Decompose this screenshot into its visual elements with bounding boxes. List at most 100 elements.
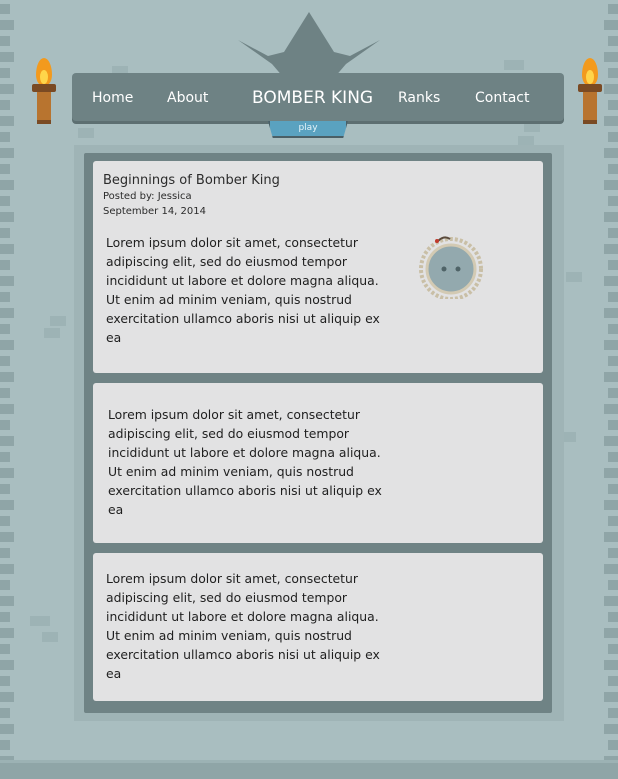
content-frame: Beginnings of Bomber King Posted by: Jes… bbox=[74, 145, 564, 721]
wall-brick bbox=[608, 356, 618, 366]
decor-brick bbox=[504, 60, 524, 70]
wall-brick bbox=[0, 372, 14, 382]
wall-brick bbox=[608, 68, 618, 78]
wall-brick bbox=[0, 740, 10, 750]
wall-brick bbox=[604, 372, 618, 382]
wall-brick bbox=[608, 612, 618, 622]
post-title[interactable]: Beginnings of Bomber King bbox=[103, 173, 280, 188]
wall-brick bbox=[608, 708, 618, 718]
wall-brick bbox=[0, 212, 14, 222]
wall-brick bbox=[608, 4, 618, 14]
post-card: Lorem ipsum dolor sit amet, consectetur … bbox=[93, 383, 543, 543]
wall-brick bbox=[608, 292, 618, 302]
wall-brick bbox=[0, 708, 10, 718]
decor-brick bbox=[30, 616, 50, 626]
wall-brick bbox=[0, 580, 10, 590]
wall-brick bbox=[0, 84, 14, 94]
main-navbar: Home About BOMBER KING Ranks Contact bbox=[72, 73, 564, 121]
wall-brick bbox=[604, 564, 618, 574]
wall-brick bbox=[608, 548, 618, 558]
decor-brick bbox=[42, 632, 58, 642]
decor-brick bbox=[566, 272, 582, 282]
wall-brick bbox=[608, 100, 618, 110]
wall-brick bbox=[0, 180, 14, 190]
wall-brick bbox=[0, 116, 14, 126]
site-title[interactable]: BOMBER KING bbox=[252, 73, 373, 121]
wall-brick bbox=[0, 100, 10, 110]
decor-brick bbox=[78, 128, 94, 138]
wall-brick bbox=[604, 20, 618, 30]
decor-brick bbox=[50, 316, 66, 326]
wall-brick bbox=[0, 164, 10, 174]
wall-brick bbox=[0, 420, 10, 430]
post-author: Posted by: Jessica bbox=[103, 191, 192, 202]
wall-brick bbox=[0, 452, 10, 462]
wall-brick bbox=[0, 340, 14, 350]
wall-brick bbox=[608, 196, 618, 206]
wall-brick bbox=[0, 308, 14, 318]
wall-brick bbox=[0, 724, 14, 734]
wall-brick bbox=[604, 116, 618, 126]
wall-brick bbox=[608, 132, 618, 142]
wall-brick bbox=[608, 324, 618, 334]
wall-brick bbox=[604, 180, 618, 190]
wall-brick bbox=[604, 308, 618, 318]
wall-brick bbox=[0, 4, 10, 14]
wall-brick bbox=[0, 36, 10, 46]
decor-brick bbox=[44, 328, 60, 338]
wall-brick bbox=[0, 404, 14, 414]
wall-brick bbox=[0, 676, 10, 686]
wall-brick bbox=[604, 404, 618, 414]
wall-brick bbox=[0, 468, 14, 478]
wall-brick bbox=[0, 436, 14, 446]
wall-brick bbox=[604, 276, 618, 286]
wall-brick bbox=[608, 452, 618, 462]
wall-brick bbox=[604, 660, 618, 670]
wall-brick bbox=[0, 612, 10, 622]
wall-brick bbox=[608, 580, 618, 590]
wall-brick bbox=[0, 324, 10, 334]
wall-brick bbox=[0, 356, 10, 366]
post-body: Lorem ipsum dolor sit amet, consectetur … bbox=[106, 571, 380, 681]
wall-brick bbox=[0, 260, 10, 270]
nav-about-link[interactable]: About bbox=[167, 73, 208, 121]
wall-brick bbox=[604, 340, 618, 350]
wall-brick bbox=[0, 644, 10, 654]
wall-brick bbox=[0, 20, 14, 30]
wall-brick bbox=[0, 660, 14, 670]
post-card: Lorem ipsum dolor sit amet, consectetur … bbox=[93, 553, 543, 701]
wall-brick bbox=[0, 484, 10, 494]
wall-brick bbox=[0, 388, 10, 398]
wall-brick bbox=[608, 164, 618, 174]
play-button[interactable]: play bbox=[268, 121, 348, 138]
nav-ranks-link[interactable]: Ranks bbox=[398, 73, 440, 121]
wall-brick bbox=[0, 548, 10, 558]
decor-brick bbox=[524, 122, 540, 132]
wall-brick bbox=[0, 692, 14, 702]
wall-brick bbox=[0, 244, 14, 254]
wall-brick bbox=[604, 244, 618, 254]
torch-icon bbox=[30, 58, 58, 124]
wall-brick bbox=[604, 52, 618, 62]
wall-brick bbox=[608, 228, 618, 238]
wall-brick bbox=[0, 148, 14, 158]
wall-brick bbox=[604, 596, 618, 606]
wall-brick bbox=[608, 36, 618, 46]
left-brick-wall bbox=[0, 0, 14, 779]
post-date: September 14, 2014 bbox=[103, 206, 206, 217]
wall-brick bbox=[608, 740, 618, 750]
brick-floor bbox=[0, 760, 618, 779]
wall-brick bbox=[604, 84, 618, 94]
wall-brick bbox=[604, 148, 618, 158]
wall-brick bbox=[0, 52, 14, 62]
wall-brick bbox=[0, 196, 10, 206]
nav-contact-link[interactable]: Contact bbox=[475, 73, 529, 121]
posts-container: Beginnings of Bomber King Posted by: Jes… bbox=[84, 153, 552, 713]
nav-home-link[interactable]: Home bbox=[92, 73, 133, 121]
bomb-icon bbox=[419, 236, 483, 299]
wall-brick bbox=[0, 292, 10, 302]
post-body: Lorem ipsum dolor sit amet, consectetur … bbox=[108, 407, 382, 517]
wall-brick bbox=[0, 228, 10, 238]
wall-brick bbox=[0, 596, 14, 606]
wall-brick bbox=[0, 500, 14, 510]
